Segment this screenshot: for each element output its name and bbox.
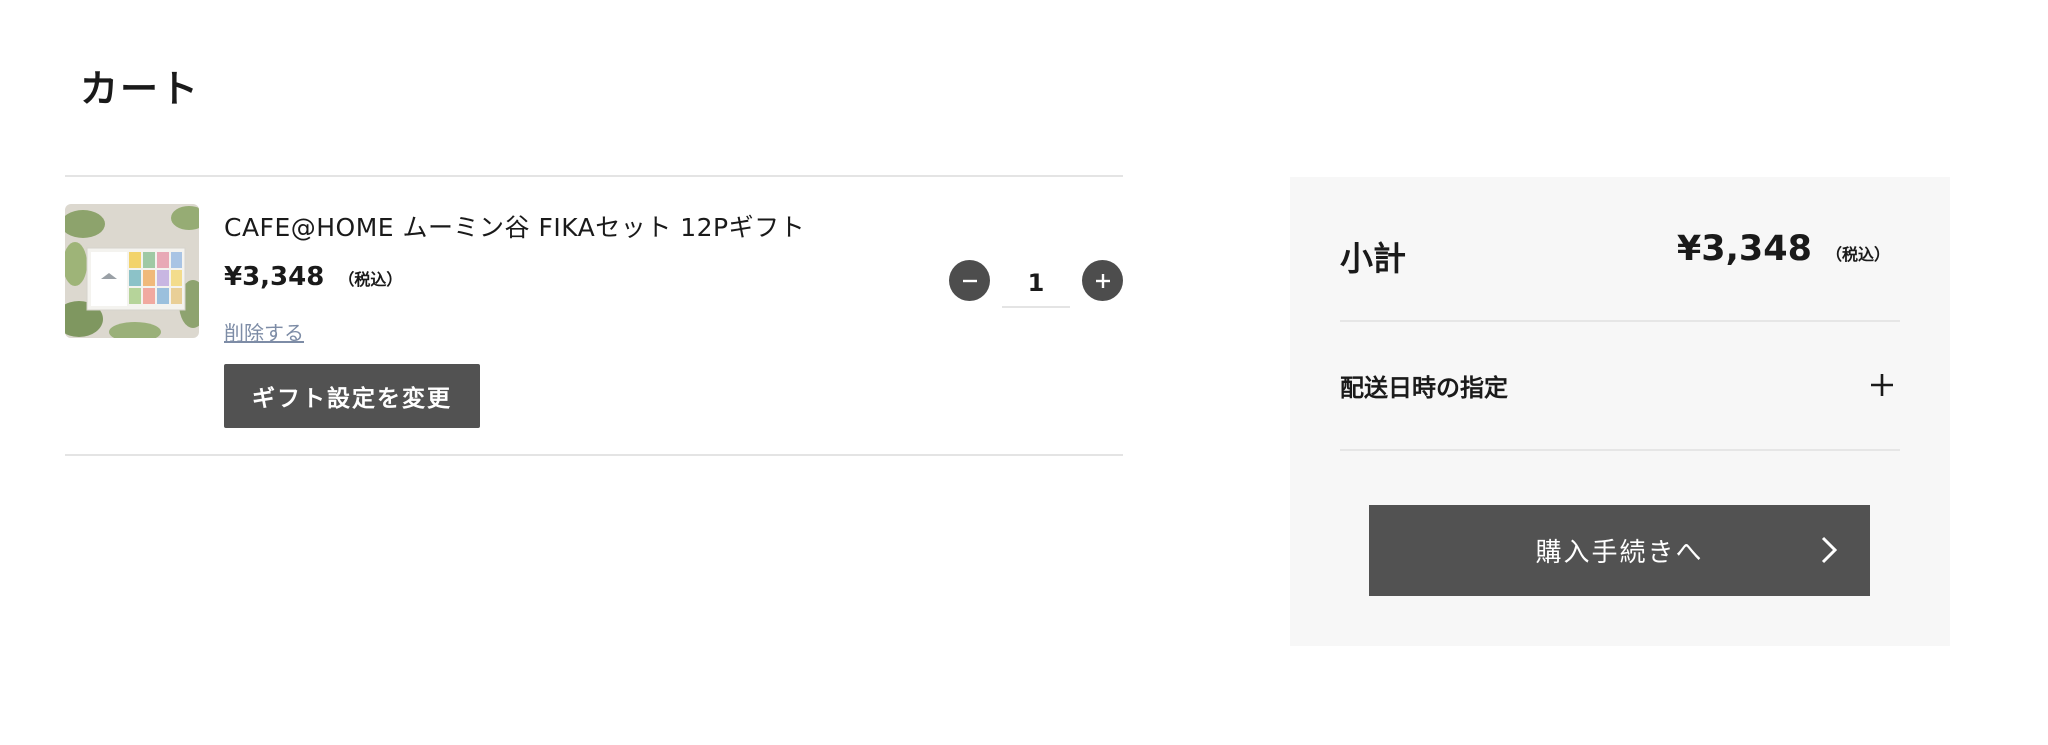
product-price: ¥3,348 <box>224 262 325 292</box>
subtotal-label: 小計 <box>1340 239 1406 278</box>
quantity-increase-button[interactable] <box>1082 260 1123 301</box>
product-name[interactable]: CAFE@HOME ムーミン谷 FIKAセット 12Pギフト <box>224 208 805 244</box>
summary-divider <box>1340 449 1900 451</box>
subtotal-price-row: ¥3,348 （税込） <box>1677 229 1890 269</box>
expand-plus-icon <box>1871 374 1893 396</box>
cart-item: CAFE@HOME ムーミン谷 FIKAセット 12Pギフト ¥3,348 （税… <box>65 177 1123 456</box>
cart-list: CAFE@HOME ムーミン谷 FIKAセット 12Pギフト ¥3,348 （税… <box>65 175 1123 456</box>
product-tax-note: （税込） <box>338 270 403 289</box>
change-gift-settings-button[interactable]: ギフト設定を変更 <box>224 364 480 428</box>
delivery-datetime-label: 配送日時の指定 <box>1340 373 1508 402</box>
plus-icon <box>1095 273 1110 288</box>
checkout-button-label: 購入手続きへ <box>1535 538 1704 568</box>
quantity-decrease-button[interactable] <box>949 260 990 301</box>
quantity-input[interactable] <box>1002 260 1070 308</box>
cart-page: カート CAFE@HOME ムーミン谷 FIKAセット 12Pギフト ¥3,34… <box>0 0 2048 745</box>
order-summary-panel: 小計 ¥3,348 （税込） 配送日時の指定 購入手続きへ <box>1290 177 1950 646</box>
product-thumbnail[interactable] <box>65 204 199 338</box>
page-title: カート <box>80 67 201 111</box>
product-price-row: ¥3,348 （税込） <box>224 262 402 292</box>
delivery-datetime-toggle[interactable]: 配送日時の指定 <box>1340 322 1900 448</box>
subtotal-tax-note: （税込） <box>1825 245 1890 264</box>
delete-link[interactable]: 削除する <box>224 317 304 346</box>
product-image-icon <box>65 204 199 338</box>
minus-icon <box>962 279 977 282</box>
checkout-button[interactable]: 購入手続きへ <box>1369 505 1870 596</box>
subtotal-price: ¥3,348 <box>1676 229 1812 269</box>
chevron-right-icon <box>1821 536 1837 564</box>
